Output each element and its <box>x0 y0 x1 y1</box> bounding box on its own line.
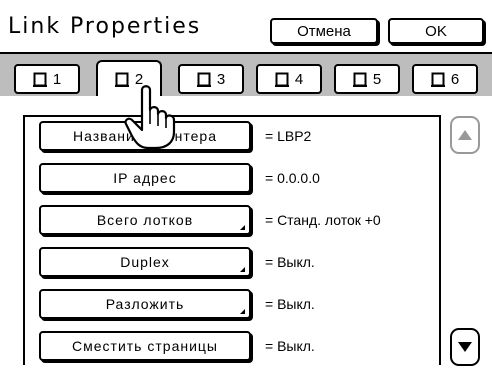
button-label: Всего лотков <box>96 212 194 228</box>
tab-label: 1 <box>52 70 62 88</box>
button-label: IP адрес <box>113 170 177 186</box>
tab-label: 3 <box>216 70 226 88</box>
page-icon <box>274 72 289 87</box>
setting-value: = Станд. лоток +0 <box>265 212 381 228</box>
setting-value: = LBP2 <box>265 128 312 144</box>
tab-bar: 1 2 3 4 5 6 <box>0 54 492 96</box>
tab-2[interactable]: 2 <box>96 60 162 96</box>
total-trays-button[interactable]: Всего лотков <box>39 205 251 235</box>
page-icon <box>196 72 211 87</box>
setting-row: Всего лотков = Станд. лоток +0 <box>39 205 381 235</box>
tab-label: 6 <box>450 70 460 88</box>
page-icon <box>114 72 129 87</box>
settings-panel: Название принтера = LBP2 IP адрес = 0.0.… <box>23 115 441 365</box>
cancel-button[interactable]: Отмена <box>270 18 378 44</box>
button-label: Разложить <box>105 296 185 312</box>
tab-6[interactable]: 6 <box>412 64 478 94</box>
tab-4[interactable]: 4 <box>256 64 322 94</box>
dropdown-corner-icon <box>240 309 245 314</box>
dropdown-corner-icon <box>240 267 245 272</box>
offset-pages-button[interactable]: Сместить страницы <box>39 331 251 361</box>
printer-name-button[interactable]: Название принтера <box>39 121 251 151</box>
dropdown-corner-icon <box>240 225 245 230</box>
triangle-down-icon <box>458 342 472 352</box>
setting-row: Duplex = Выкл. <box>39 247 315 277</box>
tab-label: 5 <box>372 70 382 88</box>
setting-row: Название принтера = LBP2 <box>39 121 311 151</box>
setting-value: = Выкл. <box>265 296 315 312</box>
tab-3[interactable]: 3 <box>178 64 244 94</box>
ip-address-button[interactable]: IP адрес <box>39 163 251 193</box>
setting-row: Сместить страницы = Выкл. <box>39 331 315 361</box>
setting-row: Разложить = Выкл. <box>39 289 315 319</box>
duplex-button[interactable]: Duplex <box>39 247 251 277</box>
setting-row: IP адрес = 0.0.0.0 <box>39 163 320 193</box>
setting-value: = Выкл. <box>265 254 315 270</box>
tab-label: 2 <box>134 70 144 88</box>
setting-value: = Выкл. <box>265 338 315 354</box>
button-label: Сместить страницы <box>72 338 218 354</box>
page-icon <box>352 72 367 87</box>
page-icon <box>32 72 47 87</box>
collate-button[interactable]: Разложить <box>39 289 251 319</box>
scroll-down-button[interactable] <box>450 328 480 366</box>
setting-value: = 0.0.0.0 <box>265 170 320 186</box>
tab-1[interactable]: 1 <box>14 64 80 94</box>
scroll-up-button[interactable] <box>450 116 480 154</box>
ok-button[interactable]: OK <box>388 18 484 44</box>
tab-5[interactable]: 5 <box>334 64 400 94</box>
button-label: Название принтера <box>73 128 217 144</box>
page-icon <box>430 72 445 87</box>
tab-label: 4 <box>294 70 304 88</box>
window-title: Link Properties <box>8 14 202 39</box>
button-label: Duplex <box>120 254 170 270</box>
triangle-up-icon <box>458 130 472 140</box>
